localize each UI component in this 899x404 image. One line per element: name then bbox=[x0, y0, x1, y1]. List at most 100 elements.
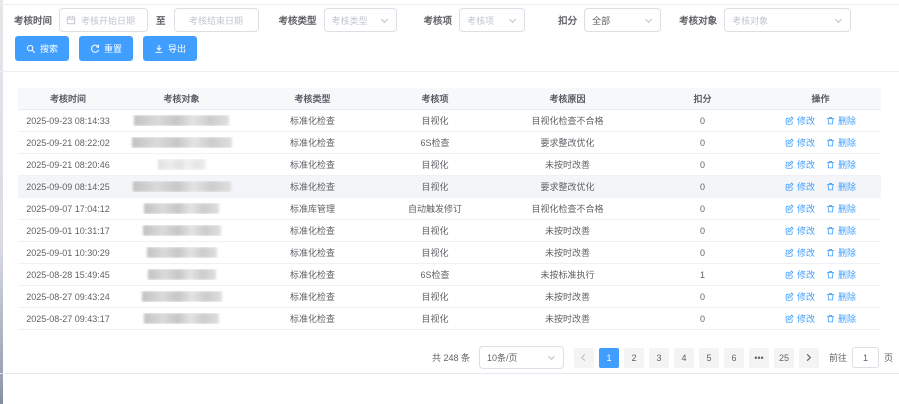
delete-link[interactable]: 删除 bbox=[826, 202, 856, 215]
cell-item: 目视化 bbox=[380, 290, 490, 303]
type-select-placeholder: 考核类型 bbox=[332, 14, 368, 27]
cell-subject bbox=[118, 159, 245, 170]
chevron-down-icon bbox=[380, 16, 389, 25]
pager-page-3[interactable]: 3 bbox=[649, 348, 669, 368]
cell-reason: 未按时改善 bbox=[490, 158, 645, 171]
edit-icon bbox=[785, 226, 794, 235]
edit-link-label: 修改 bbox=[797, 312, 815, 325]
table-row[interactable]: 2025-09-01 10:31:17 标准化检查 目视化 未按时改善 0 修改… bbox=[18, 220, 881, 242]
delete-link[interactable]: 删除 bbox=[826, 290, 856, 303]
pager-page-4[interactable]: 4 bbox=[674, 348, 694, 368]
pager-next[interactable] bbox=[799, 348, 819, 368]
date-start-input[interactable]: 考核开始日期 bbox=[59, 8, 148, 32]
table-row[interactable]: 2025-08-27 09:43:17 标准化检查 目视化 未按时改善 0 修改… bbox=[18, 308, 881, 330]
score-select[interactable]: 全部 bbox=[584, 8, 661, 32]
delete-link-label: 删除 bbox=[838, 246, 856, 259]
edit-link[interactable]: 修改 bbox=[785, 114, 815, 127]
cell-reason: 未按时改善 bbox=[490, 290, 645, 303]
delete-link[interactable]: 删除 bbox=[826, 136, 856, 149]
redacted-subject bbox=[142, 291, 222, 302]
pager-page-2[interactable]: 2 bbox=[624, 348, 644, 368]
col-header-score: 扣分 bbox=[645, 92, 760, 105]
export-button[interactable]: 导出 bbox=[143, 36, 197, 61]
edit-link-label: 修改 bbox=[797, 246, 815, 259]
edit-icon bbox=[785, 204, 794, 213]
trash-icon bbox=[826, 138, 835, 147]
cell-score: 0 bbox=[645, 138, 760, 148]
cell-item: 自动触发修订 bbox=[380, 202, 490, 215]
cell-type: 标准化检查 bbox=[245, 114, 380, 127]
table-body: 2025-09-23 08:14:33 标准化检查 目视化 目视化检查不合格 0… bbox=[18, 110, 881, 330]
cell-type: 标准库管理 bbox=[245, 202, 380, 215]
cell-time: 2025-08-28 15:49:45 bbox=[18, 270, 118, 280]
table-row[interactable]: 2025-08-27 09:43:24 标准化检查 目视化 未按时改善 0 修改… bbox=[18, 286, 881, 308]
jump-page-input[interactable] bbox=[852, 347, 879, 368]
reset-button[interactable]: 重置 bbox=[79, 36, 133, 61]
edit-link[interactable]: 修改 bbox=[785, 180, 815, 193]
edit-link[interactable]: 修改 bbox=[785, 224, 815, 237]
delete-link[interactable]: 删除 bbox=[826, 312, 856, 325]
col-header-reason: 考核原因 bbox=[490, 92, 645, 105]
edit-link[interactable]: 修改 bbox=[785, 312, 815, 325]
cell-item: 目视化 bbox=[380, 180, 490, 193]
edit-link[interactable]: 修改 bbox=[785, 136, 815, 149]
edit-icon bbox=[785, 116, 794, 125]
table-row[interactable]: 2025-09-21 08:22:02 标准化检查 6S检查 要求整改优化 0 … bbox=[18, 132, 881, 154]
delete-link[interactable]: 删除 bbox=[826, 158, 856, 171]
top-border bbox=[0, 4, 899, 5]
table-row[interactable]: 2025-09-09 08:14:25 标准化检查 目视化 要求整改优化 0 修… bbox=[18, 176, 881, 198]
cell-item: 目视化 bbox=[380, 312, 490, 325]
type-select[interactable]: 考核类型 bbox=[324, 8, 397, 32]
table-row[interactable]: 2025-09-01 10:30:29 标准化检查 目视化 未按时改善 0 修改… bbox=[18, 242, 881, 264]
cell-actions: 修改 删除 bbox=[760, 268, 881, 281]
redacted-subject bbox=[134, 115, 229, 126]
pager-page-5[interactable]: 5 bbox=[699, 348, 719, 368]
subject-select[interactable]: 考核对象 bbox=[724, 8, 851, 32]
trash-icon bbox=[826, 204, 835, 213]
edit-link[interactable]: 修改 bbox=[785, 246, 815, 259]
search-button[interactable]: 搜索 bbox=[15, 36, 69, 61]
subject-filter-label: 考核对象 bbox=[679, 13, 717, 27]
delete-link[interactable]: 删除 bbox=[826, 246, 856, 259]
cell-type: 标准化检查 bbox=[245, 136, 380, 149]
cell-time: 2025-09-07 17:04:12 bbox=[18, 204, 118, 214]
cell-type: 标准化检查 bbox=[245, 268, 380, 281]
cell-score: 0 bbox=[645, 292, 760, 302]
date-end-placeholder: 考核结束日期 bbox=[189, 14, 243, 27]
cell-subject bbox=[118, 181, 245, 192]
pagination-bar: 共 248 条 10条/页 123456•••25 前往 页 bbox=[432, 346, 893, 369]
cell-actions: 修改 删除 bbox=[760, 312, 881, 325]
cell-actions: 修改 删除 bbox=[760, 202, 881, 215]
date-end-input[interactable]: 考核结束日期 bbox=[174, 8, 259, 32]
trash-icon bbox=[826, 160, 835, 169]
cell-item: 6S检查 bbox=[380, 268, 490, 281]
chevron-down-icon bbox=[644, 16, 653, 25]
delete-link[interactable]: 删除 bbox=[826, 114, 856, 127]
cell-subject bbox=[118, 225, 245, 236]
cell-time: 2025-09-01 10:31:17 bbox=[18, 226, 118, 236]
delete-link[interactable]: 删除 bbox=[826, 224, 856, 237]
edit-link[interactable]: 修改 bbox=[785, 268, 815, 281]
cell-reason: 未按时改善 bbox=[490, 312, 645, 325]
pager-page-1[interactable]: 1 bbox=[599, 348, 619, 368]
cell-subject bbox=[118, 247, 245, 258]
pager-ellipsis[interactable]: ••• bbox=[749, 348, 769, 368]
edit-link[interactable]: 修改 bbox=[785, 158, 815, 171]
table-row[interactable]: 2025-09-07 17:04:12 标准库管理 自动触发修订 目视化检查不合… bbox=[18, 198, 881, 220]
table-row[interactable]: 2025-08-28 15:49:45 标准化检查 6S检查 未按标准执行 1 … bbox=[18, 264, 881, 286]
page-size-select[interactable]: 10条/页 bbox=[479, 346, 564, 369]
cell-reason: 要求整改优化 bbox=[490, 136, 645, 149]
pager-page-6[interactable]: 6 bbox=[724, 348, 744, 368]
edit-link[interactable]: 修改 bbox=[785, 290, 815, 303]
delete-link[interactable]: 删除 bbox=[826, 268, 856, 281]
delete-link[interactable]: 删除 bbox=[826, 180, 856, 193]
table-row[interactable]: 2025-09-21 08:20:46 标准化检查 目视化 未按时改善 0 修改… bbox=[18, 154, 881, 176]
cell-subject bbox=[118, 115, 245, 126]
item-select[interactable]: 考核项 bbox=[459, 8, 525, 32]
edit-link[interactable]: 修改 bbox=[785, 202, 815, 215]
table-row[interactable]: 2025-09-23 08:14:33 标准化检查 目视化 目视化检查不合格 0… bbox=[18, 110, 881, 132]
window-left-edge bbox=[0, 0, 3, 404]
cell-score: 1 bbox=[645, 270, 760, 280]
pager-prev[interactable] bbox=[574, 348, 594, 368]
pager-page-25[interactable]: 25 bbox=[774, 348, 794, 368]
